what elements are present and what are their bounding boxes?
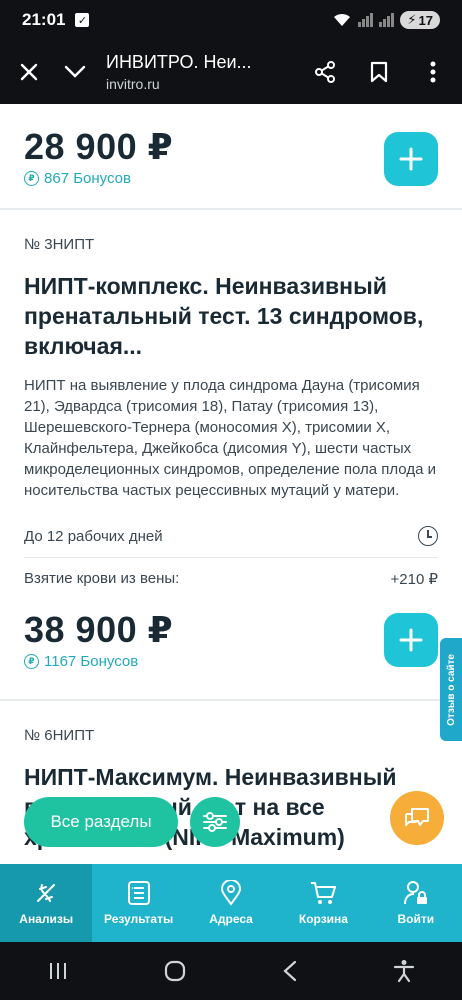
add-to-cart-button[interactable] (384, 132, 438, 186)
add-to-cart-button[interactable] (384, 613, 438, 667)
product-price: 38 900 ₽ (24, 609, 174, 650)
product-bonus: ₽ 867 Бонусов (24, 170, 438, 187)
product-price-block: 38 900 ₽ ₽ 1167 Бонусов (0, 599, 462, 699)
user-lock-icon (403, 881, 427, 905)
clock-icon (418, 526, 438, 546)
share-icon[interactable] (302, 49, 348, 95)
bonus-text: 867 Бонусов (44, 170, 131, 187)
product-description: НИПТ на выявление у плода синдрома Дауна… (24, 377, 436, 499)
status-bar: 21:01 ✓ ⚡ 17 (0, 0, 462, 40)
all-sections-button[interactable]: Все разделы (24, 797, 178, 847)
chat-button[interactable] (390, 791, 444, 845)
bonus-coin-icon: ₽ (24, 654, 39, 669)
duration-text: До 12 рабочих дней (24, 527, 163, 545)
product-price-block: 28 900 ₽ ₽ 867 Бонусов (0, 104, 462, 208)
bookmark-icon[interactable] (356, 49, 402, 95)
battery-level: 17 (418, 12, 433, 28)
cart-icon (311, 882, 337, 904)
product-title[interactable]: НИПТ-комплекс. Неинвазивный пренатальный… (24, 271, 438, 361)
tab-label: Корзина (298, 912, 348, 926)
product-bonus: ₽ 1167 Бонусов (24, 653, 438, 670)
filter-sliders-icon (203, 812, 227, 832)
bottom-tab-bar: Анализы Результаты Адреса Корзина Войти (0, 864, 462, 942)
tab-cart[interactable]: Корзина (277, 864, 369, 942)
tab-label: Войти (397, 912, 435, 926)
blood-draw-price: +210 ₽ (390, 570, 439, 588)
page-content[interactable]: 28 900 ₽ ₽ 867 Бонусов № 3НИПТ НИПТ-комп… (0, 104, 462, 864)
signal-icon (358, 13, 374, 27)
product-card[interactable]: № 3НИПТ НИПТ-комплекс. Неинвазивный прен… (0, 210, 462, 599)
home-icon[interactable] (163, 959, 187, 983)
location-icon (221, 880, 242, 906)
accessibility-icon[interactable] (393, 959, 415, 983)
feedback-label: Отзыв о сайте (445, 653, 457, 726)
battery-indicator: ⚡ 17 (400, 11, 440, 29)
tab-label: Результаты (104, 912, 174, 926)
filter-button[interactable] (190, 797, 240, 847)
page-title: ИНВИТРО. Неи... (106, 52, 252, 72)
bonus-text: 1167 Бонусов (44, 653, 139, 670)
notification-check-icon: ✓ (75, 13, 90, 27)
browser-app-bar: ИНВИТРО. Неи... invitro.ru (0, 40, 462, 104)
duration-row: До 12 рабочих дней (24, 515, 438, 557)
status-time: 21:01 (22, 10, 66, 29)
chat-bubbles-icon (405, 808, 429, 826)
tab-label: Адреса (209, 912, 253, 926)
system-navigation-bar (0, 942, 462, 1000)
chevron-down-icon[interactable] (52, 49, 98, 95)
tab-label: Анализы (19, 912, 74, 926)
plus-icon (399, 147, 423, 171)
recent-apps-icon[interactable] (47, 961, 69, 981)
product-price: 28 900 ₽ (24, 126, 174, 167)
page-title-area[interactable]: ИНВИТРО. Неи... invitro.ru (98, 52, 302, 92)
results-icon (127, 881, 150, 905)
tab-analyses[interactable]: Анализы (0, 864, 93, 942)
back-icon[interactable] (281, 960, 299, 982)
bonus-coin-icon: ₽ (24, 171, 39, 186)
more-vertical-icon[interactable] (410, 49, 456, 95)
product-code: № 3НИПТ (24, 236, 95, 253)
plus-icon (399, 628, 423, 652)
feedback-side-tab[interactable]: Отзыв о сайте (440, 638, 462, 741)
page-url: invitro.ru (106, 76, 160, 92)
product-code: № 6НИПТ (24, 727, 95, 744)
dna-icon (37, 884, 56, 902)
tab-results[interactable]: Результаты (92, 864, 184, 942)
tab-addresses[interactable]: Адреса (185, 864, 277, 942)
signal-2-icon (379, 13, 395, 27)
blood-draw-label: Взятие крови из вены: (24, 570, 180, 587)
wifi-icon (334, 13, 351, 26)
close-icon[interactable] (6, 49, 52, 95)
blood-draw-row: Взятие крови из вены: +210 ₽ (24, 557, 438, 599)
tab-login[interactable]: Войти (370, 864, 462, 942)
